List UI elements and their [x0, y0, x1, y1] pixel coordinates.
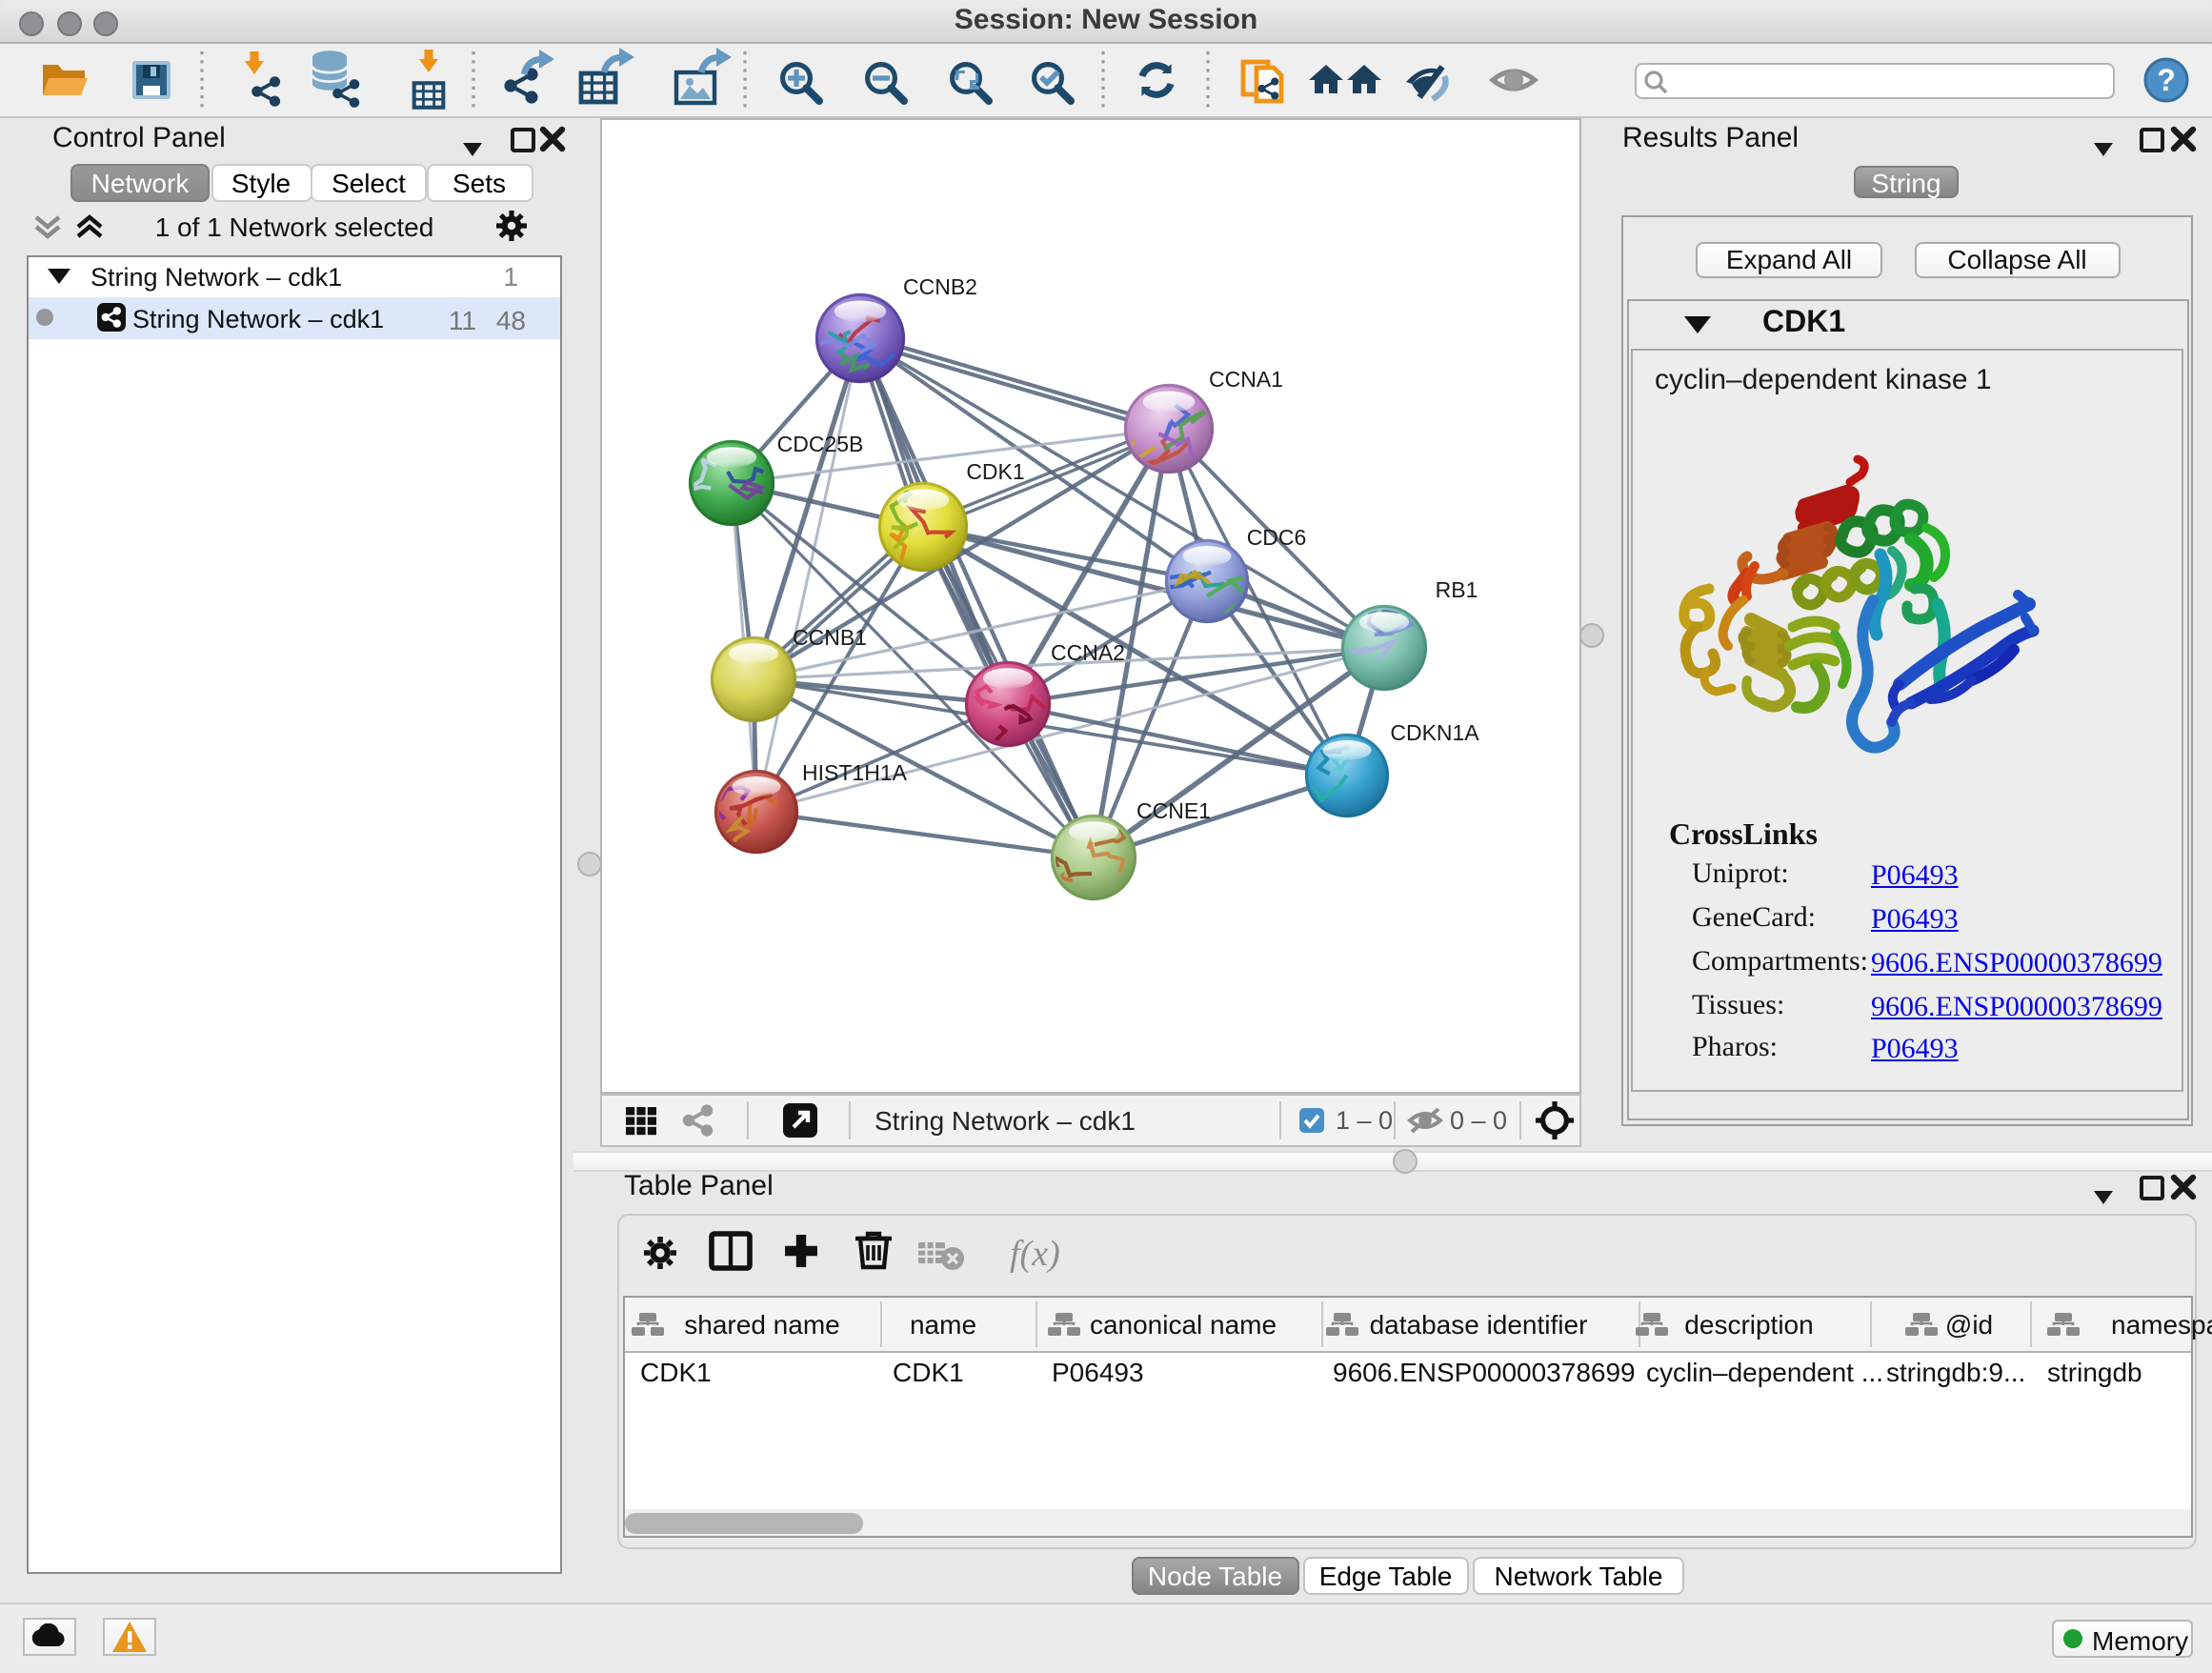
svg-text:canonical name: canonical name — [1089, 1310, 1276, 1340]
svg-text:stringdb: stringdb — [2046, 1358, 2142, 1387]
svg-text:cyclin–dependent ...: cyclin–dependent ... — [1645, 1358, 1882, 1387]
svg-text:@id: @id — [1944, 1310, 1992, 1340]
svg-text:CCNB1: CCNB1 — [793, 625, 867, 650]
svg-text:f(x): f(x) — [1009, 1234, 1059, 1274]
svg-text:?: ? — [2157, 63, 2176, 97]
svg-text:name: name — [909, 1310, 975, 1340]
svg-text:CDC25B: CDC25B — [777, 432, 864, 456]
svg-text:CCNA2: CCNA2 — [1051, 640, 1125, 665]
svg-text:CCNB2: CCNB2 — [903, 274, 977, 299]
svg-text:CDKN1A: CDKN1A — [1390, 720, 1479, 745]
svg-text:namespace: namespace — [2110, 1310, 2212, 1340]
svg-text:CDK1: CDK1 — [892, 1358, 963, 1387]
svg-text:CCNA1: CCNA1 — [1209, 367, 1283, 392]
svg-text:CDK1: CDK1 — [966, 459, 1024, 484]
svg-text:CCNE1: CCNE1 — [1136, 798, 1211, 823]
svg-text:9606.ENSP00000378699: 9606.ENSP00000378699 — [1332, 1358, 1635, 1387]
svg-text:String Network – cdk1: String Network – cdk1 — [874, 1105, 1135, 1135]
svg-text:stringdb:9...: stringdb:9... — [1885, 1358, 2024, 1387]
svg-text:description: description — [1683, 1310, 1812, 1340]
svg-text:1 – 0: 1 – 0 — [1335, 1105, 1392, 1134]
svg-text:HIST1H1A: HIST1H1A — [802, 760, 908, 785]
svg-text:shared name: shared name — [683, 1310, 838, 1340]
svg-text:0 – 0: 0 – 0 — [1449, 1105, 1506, 1134]
svg-text:database identifier: database identifier — [1369, 1310, 1587, 1340]
svg-text:P06493: P06493 — [1051, 1358, 1143, 1387]
svg-text:CDK1: CDK1 — [639, 1358, 711, 1387]
svg-text:RB1: RB1 — [1436, 577, 1478, 602]
svg-text:CDC6: CDC6 — [1247, 525, 1307, 550]
